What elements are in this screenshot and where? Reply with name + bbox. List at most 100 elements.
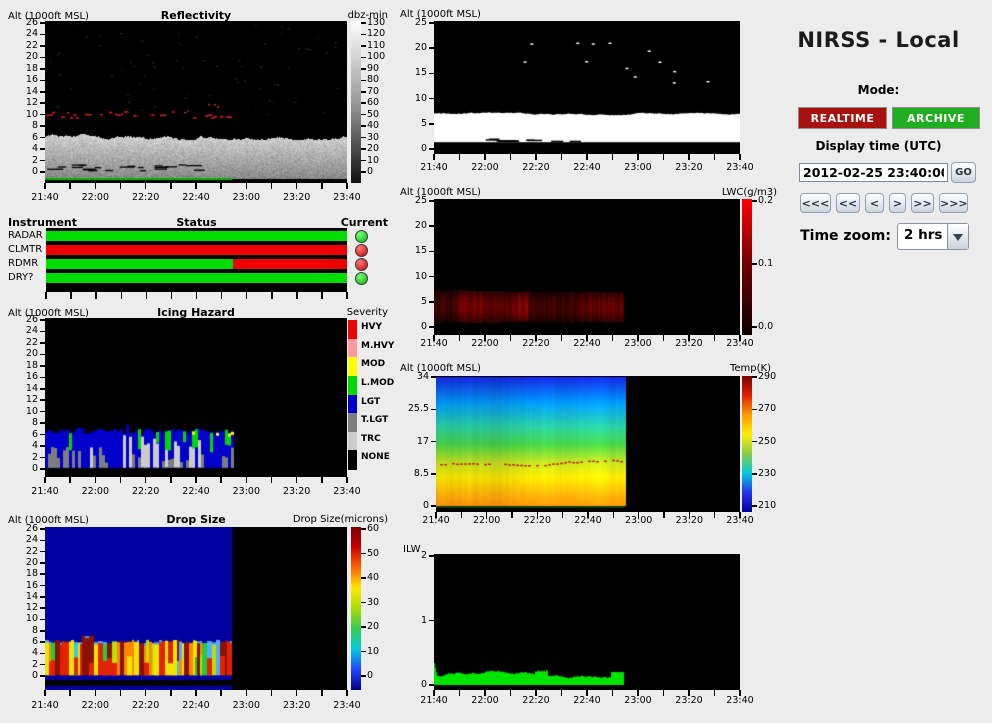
y-axis-label: 18 [5,63,38,74]
status-current-dot [355,258,368,271]
y-axis-label: 5 [394,296,427,307]
x-axis-label: 22:40 [179,700,213,711]
status-axis-tick [221,292,223,299]
y-axis-tick [431,409,436,411]
severity-segment [348,395,357,414]
x-axis-tick [689,512,691,518]
colorbar-tick-label: 30 [367,132,379,143]
y-axis-tick [429,22,434,24]
x-axis-label: 22:20 [519,695,553,706]
colorbar-tick [752,441,757,443]
x-axis-tick [484,154,486,160]
x-axis-label: 22:00 [78,192,112,203]
x-axis-label: 22:00 [468,695,502,706]
status-row-label: CLMTR [8,244,42,255]
colorbar-tick [752,473,757,475]
x-axis-tick [663,335,665,341]
x-axis-tick [433,335,435,341]
app-title: NIRSS - Local [765,28,992,52]
x-axis-tick [484,335,486,341]
x-axis-label: 23:00 [621,695,655,706]
colorbar-tick-label: 0.0 [758,321,773,332]
colorbar-tick [361,114,366,116]
severity-segment [348,432,357,451]
y-axis-tick [431,505,436,507]
colorbar-tick [361,34,366,36]
y-axis-label: 0 [5,166,38,177]
status-axis-tick [45,292,47,299]
x-axis-tick [271,183,273,189]
x-axis-label: 21:40 [28,192,62,203]
colorbar-tick [752,505,757,507]
x-axis-tick [271,477,273,483]
y-axis-tick [40,377,45,379]
nav-fast-forward-button[interactable]: >>> [939,193,968,213]
x-axis-tick [95,477,97,483]
severity-label: TRC [361,434,381,444]
x-axis-tick [510,690,512,696]
y-axis-label: 15 [394,67,427,78]
x-axis-label: 22:20 [129,192,163,203]
x-axis-tick [296,690,298,696]
x-axis-tick [321,477,323,483]
x-axis-tick [170,183,172,189]
x-axis-tick [321,183,323,189]
status-current-dot [355,230,368,243]
y-axis-label: 6 [5,132,38,143]
y-axis-label: 22 [5,40,38,51]
x-axis-tick [486,512,488,518]
chevron-down-icon[interactable] [947,224,968,249]
time-zoom-dropdown[interactable]: 2 hrs [897,223,969,250]
x-axis-label: 22:40 [179,192,213,203]
x-axis-tick [433,154,435,160]
nav-step-forward-button[interactable]: > [889,193,906,213]
y-axis-tick [40,641,45,643]
x-axis-tick [663,154,665,160]
nav-fast-back-button[interactable]: <<< [800,193,831,213]
y-axis-tick [429,98,434,100]
y-axis-label: 34 [396,371,429,382]
x-axis-tick [714,690,716,696]
display-time-input[interactable] [799,163,948,182]
y-axis-label: 25.5 [396,403,429,414]
x-axis-tick [195,477,197,483]
colorbar-tick-label: 10 [367,155,379,166]
colorbar-tick-label: 30 [367,597,379,608]
colorbar-tick [361,626,366,628]
y-axis-tick [431,441,436,443]
y-axis-label: 6 [5,429,38,440]
y-axis-label: 25 [394,195,427,206]
y-axis-tick [429,200,434,202]
realtime-button[interactable]: REALTIME [798,107,887,129]
y-axis-label: 10 [5,109,38,120]
severity-segment [348,339,357,358]
archive-button[interactable]: ARCHIVE [892,107,980,129]
severity-segment [348,376,357,395]
y-axis-label: 25 [394,17,427,28]
x-axis-tick [459,154,461,160]
x-axis-tick [69,183,71,189]
nav-back-button[interactable]: << [836,193,860,213]
colorbar-tick-label: 70 [367,86,379,97]
x-axis-tick [535,690,537,696]
y-axis-tick [40,607,45,609]
display-time-label: Display time (UTC) [765,139,992,153]
colorbar-tick [361,528,366,530]
go-button[interactable]: GO [951,162,976,183]
y-axis-label: 0 [5,670,38,681]
x-axis-tick [561,154,563,160]
severity-label: L.MOD [361,378,394,388]
severity-label: M.HVY [361,341,394,351]
colorbar-tick-label: 20 [367,143,379,154]
y-axis-label: 2 [394,550,427,561]
nav-step-back-button[interactable]: < [865,193,884,213]
colorbar-tick [752,409,757,411]
x-axis-tick [461,512,463,518]
nav-forward-button[interactable]: >> [911,193,934,213]
x-axis-tick [714,335,716,341]
x-axis-label: 23:00 [229,192,263,203]
y-axis-tick [40,540,45,542]
x-axis-tick [170,690,172,696]
x-axis-label: 23:20 [672,695,706,706]
status-axis-tick [95,292,97,299]
